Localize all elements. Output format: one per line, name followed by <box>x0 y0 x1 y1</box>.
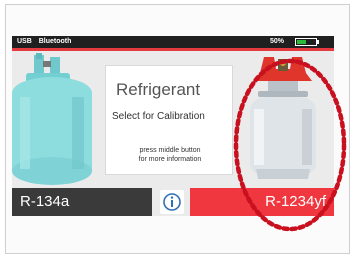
highlight-ellipse <box>233 58 347 232</box>
